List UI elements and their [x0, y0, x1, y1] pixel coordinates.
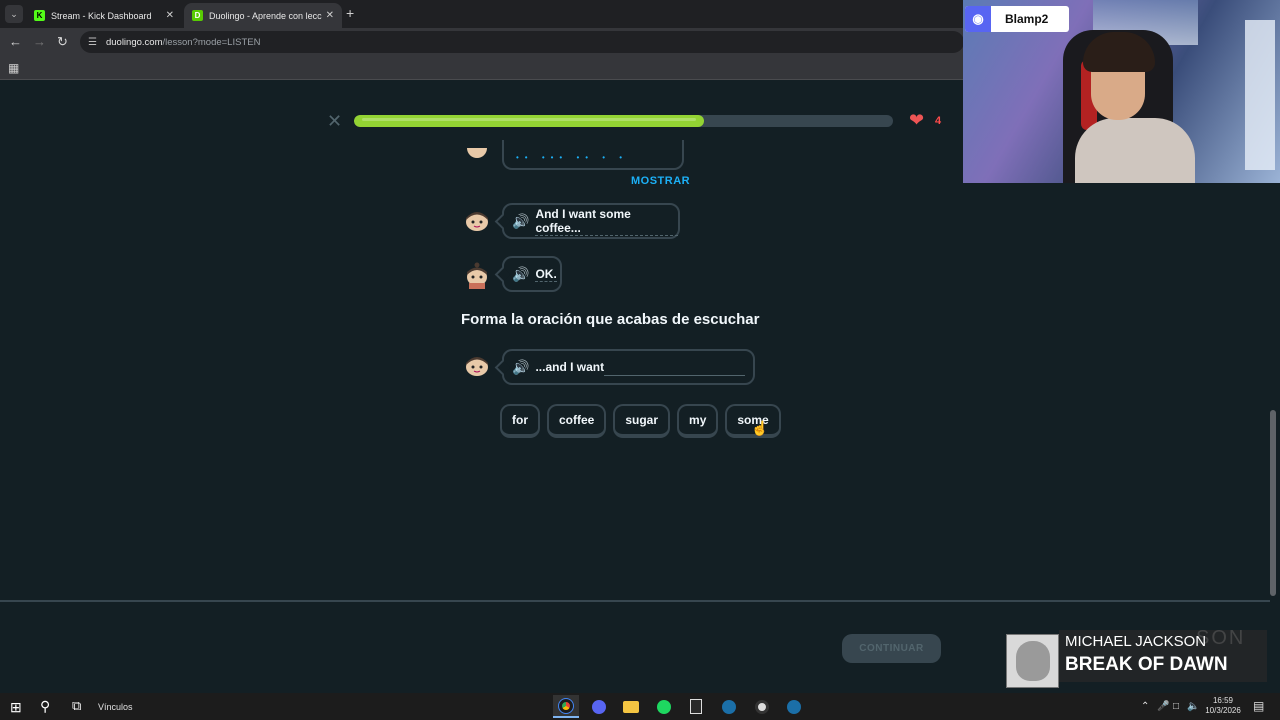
taskbar-toolbar-label[interactable]: Vínculos — [98, 702, 133, 712]
tray-chevron-icon[interactable]: ⌃ — [1141, 701, 1149, 712]
hand-cursor-icon: ☝ — [751, 420, 769, 436]
character-avatar — [466, 212, 488, 231]
clock-date: 10/3/2026 — [1205, 706, 1241, 715]
lesson-progress-fill — [354, 115, 705, 127]
page-scrollbar[interactable] — [1270, 410, 1276, 596]
speech-bubble: 🔊 OK. — [502, 256, 562, 292]
notifications-icon[interactable]: ▤ — [1253, 699, 1264, 713]
steam-icon-2[interactable] — [781, 695, 807, 718]
steam-icon[interactable] — [716, 695, 742, 718]
apps-grid-icon[interactable]: ▦ — [8, 61, 19, 75]
tab-kick-dashboard[interactable]: K Stream - Kick Dashboard ✕ — [26, 3, 182, 28]
windows-taskbar: ⊞ ⚲ ⧉ Vínculos ⌃ 🎤 □ 🔈 16:59 10/3/2026 ▤ — [0, 693, 1280, 720]
album-cover-face — [1015, 641, 1050, 681]
answer-bubble: 🔊 ...and I want — [502, 349, 755, 385]
exercise-instruction: Forma la oración que acabas de escuchar — [461, 311, 760, 328]
word-tile[interactable]: my — [677, 404, 719, 438]
duolingo-icon: D — [192, 10, 203, 21]
close-lesson-icon[interactable]: ✕ — [327, 111, 342, 132]
discord-username: Blamp2 — [1005, 12, 1049, 26]
file-explorer-icon[interactable] — [618, 695, 644, 718]
obs-icon[interactable] — [749, 695, 775, 718]
continue-button[interactable]: CONTINUAR — [842, 634, 941, 663]
webcam-lamp — [1245, 20, 1275, 170]
windows-start-icon[interactable]: ⊞ — [10, 699, 22, 716]
clock-time: 16:59 — [1212, 696, 1234, 705]
tab-title: Duolingo - Aprende con leccio — [209, 10, 322, 21]
url-path: /lesson?mode=LISTEN — [162, 36, 261, 48]
tab-title: Stream - Kick Dashboard — [51, 10, 152, 21]
url-host: duolingo.com — [105, 36, 163, 48]
tab-duolingo[interactable]: D Duolingo - Aprende con leccio ✕ — [184, 3, 342, 28]
spotify-icon[interactable] — [651, 695, 677, 718]
kick-icon: K — [34, 10, 45, 21]
forward-arrow-icon[interactable]: → — [33, 34, 46, 49]
task-view-icon[interactable]: ⧉ — [72, 698, 81, 714]
hidden-text-dots: •• ••• •• • • — [516, 153, 629, 162]
answer-prompt: ...and I want — [535, 360, 605, 374]
character-avatar — [467, 262, 487, 289]
reload-icon[interactable]: ↻ — [57, 34, 68, 50]
address-bar[interactable]: ☰ duolingo.com/lesson?mode=LISTEN — [80, 31, 964, 53]
show-button[interactable]: MOSTRAR — [631, 175, 690, 187]
close-tab-icon[interactable]: ✕ — [326, 10, 334, 21]
lesson-progress-bar — [354, 115, 893, 127]
character-avatar — [467, 148, 487, 158]
speech-bubble: 🔊 And I want some coffee... — [502, 203, 680, 239]
speaker-icon[interactable]: 🔊 — [512, 359, 529, 376]
site-info-icon[interactable]: ☰ — [88, 37, 97, 48]
volume-icon[interactable]: 🔈 — [1187, 701, 1199, 712]
now-playing-artist: MICHAEL JACKSON — [1065, 633, 1207, 650]
system-clock[interactable]: 16:59 10/3/2026 — [1200, 696, 1246, 716]
webcam-person-body — [1075, 118, 1195, 183]
network-icon[interactable]: □ — [1173, 701, 1179, 712]
word-bank: for coffee sugar my some — [500, 404, 781, 438]
back-arrow-icon[interactable]: ← — [9, 34, 22, 49]
discord-user-badge: ◉ Blamp2 — [965, 6, 1069, 32]
microphone-icon[interactable]: 🎤 — [1157, 701, 1169, 712]
close-tab-icon[interactable]: ✕ — [166, 10, 174, 21]
word-tile[interactable]: coffee — [547, 404, 607, 438]
search-icon[interactable]: ⚲ — [40, 698, 50, 715]
character-avatar — [466, 357, 488, 376]
answer-drop-line[interactable] — [604, 375, 745, 376]
word-tile[interactable]: for — [500, 404, 540, 438]
new-tab-button[interactable]: + — [346, 5, 354, 21]
word-tile[interactable]: sugar — [613, 404, 671, 438]
chrome-taskbar-icon[interactable] — [553, 695, 579, 718]
tab-search-icon[interactable]: ⌄ — [5, 5, 23, 23]
speaker-icon[interactable]: 🔊 — [512, 266, 529, 283]
discord-taskbar-icon[interactable] — [586, 695, 612, 718]
footer-divider — [0, 600, 1270, 602]
heart-icon: ❤ — [909, 110, 925, 130]
speech-bubble-hidden: •• ••• •• • • — [502, 140, 684, 170]
epic-games-icon[interactable] — [683, 695, 709, 718]
speaker-icon[interactable]: 🔊 — [512, 213, 529, 230]
message-text: OK. — [535, 266, 557, 282]
discord-icon: ◉ — [965, 6, 991, 32]
now-playing-title: BREAK OF DAWN — [1065, 654, 1228, 675]
message-text: And I want some coffee... — [535, 207, 678, 236]
hearts-count: 4 — [935, 115, 942, 127]
album-cover — [1006, 634, 1059, 688]
